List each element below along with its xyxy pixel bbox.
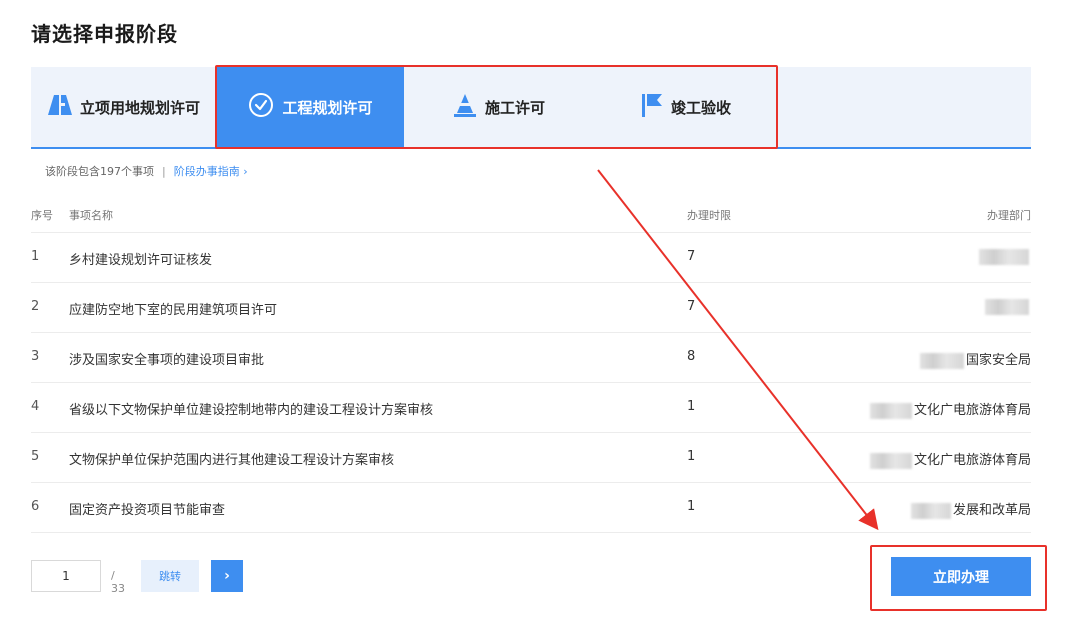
row-index: 4 (31, 399, 40, 414)
header-index: 序号 (31, 209, 53, 222)
redacted-block (985, 299, 1029, 315)
row-dept (985, 299, 1031, 315)
building-icon (47, 95, 72, 119)
row-index: 5 (31, 449, 40, 464)
row-name: 涉及国家安全事项的建设项目审批 (69, 353, 265, 368)
row-limit: 8 (687, 349, 696, 364)
table-row[interactable]: 1 乡村建设规划许可证核发 7 (31, 233, 1031, 283)
dept-name: 文化广电旅游体育局 (913, 453, 1031, 468)
tab-project-land-planning[interactable]: 立项用地规划许可 (31, 67, 217, 147)
redacted-block (919, 352, 964, 369)
table-row[interactable]: 5 文物保护单位保护范围内进行其他建设工程设计方案审核 1 文化广电旅游体育局 (31, 433, 1031, 483)
row-limit: 1 (687, 449, 696, 464)
page-number-input[interactable] (31, 560, 101, 592)
chevron-right-icon: › (224, 568, 230, 584)
flag-icon (641, 93, 663, 121)
row-index: 2 (31, 299, 40, 314)
tab-label: 竣工验收 (670, 98, 731, 117)
next-page-button[interactable]: › (211, 560, 243, 592)
redacted-block (910, 502, 951, 519)
header-dept: 办理部门 (987, 209, 1031, 222)
row-limit: 7 (687, 299, 696, 314)
tab-label: 施工许可 (484, 98, 545, 117)
row-index: 3 (31, 349, 40, 364)
redacted-block (869, 402, 912, 419)
row-dept (979, 249, 1031, 265)
redacted-block (869, 452, 912, 469)
tabs-underline (31, 147, 1031, 149)
row-name: 乡村建设规划许可证核发 (69, 253, 213, 268)
header-limit: 办理时限 (687, 209, 731, 222)
header-name: 事项名称 (69, 209, 113, 222)
tab-construction-permit[interactable]: 施工许可 (404, 67, 594, 147)
stage-item-count: 该阶段包含197个事项 (45, 165, 154, 178)
page-title: 请选择申报阶段 (31, 22, 178, 46)
row-dept: 国家安全局 (919, 349, 1031, 369)
dept-name: 国家安全局 (965, 353, 1031, 368)
dept-name: 发展和改革局 (952, 503, 1031, 518)
tab-label: 工程规划许可 (282, 98, 373, 117)
row-dept: 文化广电旅游体育局 (869, 399, 1031, 419)
table-row[interactable]: 3 涉及国家安全事项的建设项目审批 8 国家安全局 (31, 333, 1031, 383)
redacted-block (979, 249, 1029, 265)
stage-info: 该阶段包含197个事项 | 阶段办事指南 › (45, 163, 248, 179)
row-index: 1 (31, 249, 40, 264)
tab-completion-acceptance[interactable]: 竣工验收 (594, 67, 778, 147)
row-name: 应建防空地下室的民用建筑项目许可 (69, 303, 278, 318)
tab-label: 立项用地规划许可 (79, 98, 200, 117)
dept-name: 文化广电旅游体育局 (913, 403, 1031, 418)
separator: | (162, 164, 166, 178)
row-name: 文物保护单位保护范围内进行其他建设工程设计方案审核 (69, 453, 395, 468)
table-row[interactable]: 6 固定资产投资项目节能审查 1 发展和改革局 (31, 483, 1031, 533)
row-index: 6 (31, 499, 40, 514)
row-limit: 1 (687, 399, 696, 414)
cone-icon (453, 93, 477, 121)
tab-engineering-planning[interactable]: 工程规划许可 (217, 67, 404, 147)
page-total: / 33 (111, 569, 125, 595)
row-limit: 1 (687, 499, 696, 514)
jump-button[interactable]: 跳转 (141, 560, 199, 592)
row-dept: 发展和改革局 (910, 499, 1031, 519)
apply-now-button[interactable]: 立即办理 (891, 557, 1031, 596)
check-circle-icon (248, 92, 274, 122)
table-row[interactable]: 4 省级以下文物保护单位建设控制地带内的建设工程设计方案审核 1 文化广电旅游体… (31, 383, 1031, 433)
row-limit: 7 (687, 249, 696, 264)
table-row[interactable]: 2 应建防空地下室的民用建筑项目许可 7 (31, 283, 1031, 333)
row-name: 固定资产投资项目节能审查 (69, 503, 226, 518)
table-header: 序号 事项名称 办理时限 办理部门 (31, 200, 1031, 233)
stage-guide-link[interactable]: 阶段办事指南 › (174, 163, 248, 179)
row-dept: 文化广电旅游体育局 (869, 449, 1031, 469)
table-body: 1 乡村建设规划许可证核发 7 2 应建防空地下室的民用建筑项目许可 7 3 涉… (31, 233, 1031, 533)
row-name: 省级以下文物保护单位建设控制地带内的建设工程设计方案审核 (69, 403, 434, 418)
